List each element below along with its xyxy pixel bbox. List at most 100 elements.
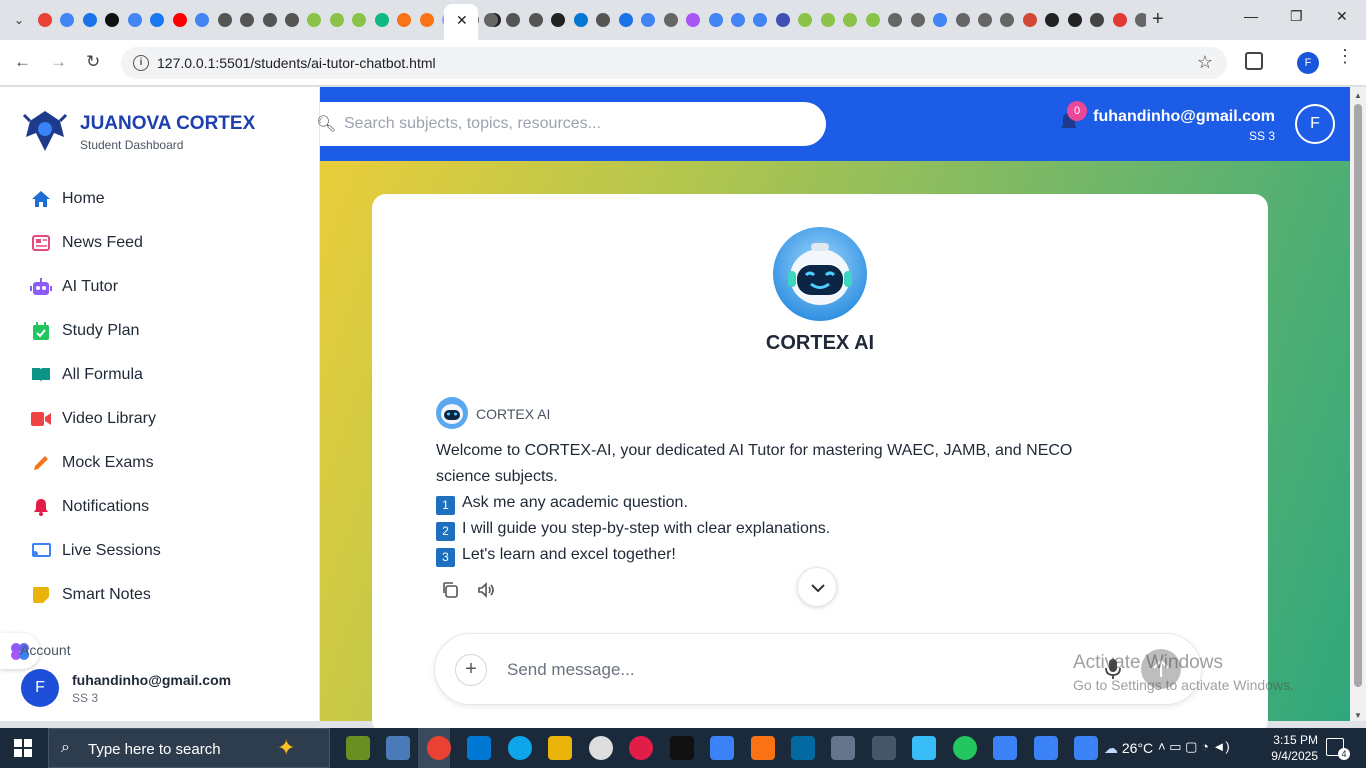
chatgpt-app-icon[interactable] bbox=[588, 736, 613, 760]
system-tray[interactable]: ˄ ▭ ▢ ◔ ◄) bbox=[1158, 739, 1230, 755]
sidebar-item-mock-exams[interactable]: Mock Exams bbox=[30, 448, 154, 478]
tab-favicon-icon[interactable] bbox=[820, 13, 835, 27]
address-bar[interactable]: i 127.0.0.1:5501/students/ai-tutor-chatb… bbox=[121, 47, 1227, 79]
bookmark-star-icon[interactable]: ☆ bbox=[1197, 52, 1213, 73]
tab-search-chevron-icon[interactable]: ⌄ bbox=[8, 9, 30, 31]
new-tab-button[interactable]: + bbox=[1152, 9, 1164, 29]
close-window-icon[interactable]: ✕ bbox=[1336, 8, 1348, 25]
sidebar-item-study-plan[interactable]: Study Plan bbox=[30, 316, 139, 346]
copy-icon[interactable] bbox=[440, 580, 460, 600]
tab-favicon-icon[interactable] bbox=[977, 13, 992, 27]
close-tab-icon[interactable]: ✕ bbox=[456, 12, 468, 29]
tab-favicon-icon[interactable] bbox=[38, 13, 52, 27]
tab-favicon-icon[interactable] bbox=[1090, 13, 1105, 27]
browser-profile-avatar[interactable]: F bbox=[1297, 52, 1319, 74]
tab-favicon-icon[interactable] bbox=[262, 13, 277, 27]
account-avatar[interactable]: F bbox=[21, 669, 59, 707]
tab-favicon-icon[interactable] bbox=[641, 13, 656, 27]
tab-favicon-icon[interactable] bbox=[1135, 13, 1146, 27]
sidebar-item-video-library[interactable]: Video Library bbox=[30, 404, 156, 434]
active-tab[interactable]: ✕ bbox=[444, 4, 478, 40]
tab-favicon-icon[interactable] bbox=[775, 13, 790, 27]
tab-favicon-icon[interactable] bbox=[419, 13, 434, 27]
tab-favicon-icon[interactable] bbox=[195, 13, 210, 27]
tab-favicon-icon[interactable] bbox=[374, 13, 389, 27]
tab-favicon-icon[interactable] bbox=[127, 13, 142, 27]
scroll-up-arrow-icon[interactable]: ▲ bbox=[1354, 91, 1362, 100]
url-text[interactable]: 127.0.0.1:5501/students/ai-tutor-chatbot… bbox=[157, 55, 436, 71]
tab-favicon-icon[interactable] bbox=[528, 13, 543, 27]
opera-app-icon[interactable] bbox=[629, 736, 654, 760]
tab-favicon-icon[interactable] bbox=[240, 13, 255, 27]
header-user-avatar[interactable]: F bbox=[1295, 104, 1335, 144]
reload-icon[interactable]: ↻ bbox=[86, 52, 100, 72]
tab-favicon-icon[interactable] bbox=[307, 13, 322, 27]
minecraft-app-icon[interactable] bbox=[346, 736, 370, 760]
sidebar-item-notifications[interactable]: Notifications bbox=[30, 492, 149, 522]
edge-app-icon[interactable] bbox=[507, 736, 532, 760]
extensions-icon[interactable] bbox=[1245, 52, 1263, 70]
file-explorer-icon[interactable] bbox=[548, 736, 573, 760]
tab-favicon-icon[interactable] bbox=[573, 13, 588, 27]
tab-favicon-icon[interactable] bbox=[708, 13, 723, 27]
tab-favicon-icon[interactable] bbox=[753, 13, 768, 27]
tab-favicon-icon[interactable] bbox=[329, 13, 344, 27]
tab-favicon-icon[interactable] bbox=[798, 13, 813, 27]
tab-favicon-icon[interactable] bbox=[1045, 13, 1060, 27]
back-icon[interactable]: ← bbox=[14, 52, 31, 72]
page-scrollbar[interactable]: ▲ ▼ bbox=[1350, 87, 1366, 721]
tab-favicon-icon[interactable] bbox=[105, 13, 120, 27]
app-icon[interactable] bbox=[386, 736, 411, 760]
app-icon[interactable] bbox=[871, 736, 896, 760]
tab-favicon-icon[interactable] bbox=[865, 13, 880, 27]
tab-favicon-icon[interactable] bbox=[843, 13, 858, 27]
tab-favicon-icon[interactable] bbox=[596, 13, 611, 27]
sidebar-item-news-feed[interactable]: News Feed bbox=[30, 228, 143, 258]
tab-favicon-icon[interactable] bbox=[551, 13, 566, 27]
sidebar-item-live-sessions[interactable]: Live Sessions bbox=[30, 536, 161, 566]
tab-favicon-icon[interactable] bbox=[352, 13, 367, 27]
tab-favicon-icon[interactable] bbox=[1000, 13, 1015, 27]
tab-favicon-icon[interactable] bbox=[933, 13, 948, 27]
tab-favicon-icon[interactable] bbox=[1112, 13, 1127, 27]
forward-icon[interactable]: → bbox=[50, 52, 67, 72]
tab-favicon-icon[interactable] bbox=[484, 13, 498, 27]
speaker-icon[interactable] bbox=[476, 580, 496, 600]
taskbar-clock[interactable]: 3:15 PM 9/4/2025 bbox=[1258, 732, 1318, 764]
tab-favicon-icon[interactable] bbox=[618, 13, 633, 27]
windows-start-icon[interactable] bbox=[14, 739, 32, 757]
browser-menu-icon[interactable]: ⋮ bbox=[1336, 47, 1354, 68]
arduino-app-icon[interactable] bbox=[790, 736, 815, 760]
tab-favicon-icon[interactable] bbox=[172, 13, 187, 27]
app-icon[interactable] bbox=[912, 736, 937, 760]
sidebar-item-all-formula[interactable]: All Formula bbox=[30, 360, 143, 390]
search-input[interactable] bbox=[344, 112, 804, 136]
terminal-app-icon[interactable] bbox=[669, 736, 694, 760]
message-input[interactable] bbox=[507, 656, 1067, 684]
vscode-app-icon[interactable] bbox=[467, 736, 492, 760]
sidebar-item-ai-tutor[interactable]: AI Tutor bbox=[30, 272, 118, 302]
app-icon[interactable] bbox=[831, 736, 856, 760]
tab-favicon-icon[interactable] bbox=[910, 13, 925, 27]
chrome-app-icon[interactable] bbox=[426, 736, 451, 760]
scroll-down-arrow-icon[interactable]: ▼ bbox=[1354, 711, 1362, 720]
app-icon[interactable] bbox=[1074, 736, 1099, 760]
attach-plus-button[interactable]: + bbox=[455, 654, 487, 686]
whatsapp-app-icon[interactable] bbox=[952, 736, 977, 760]
tab-favicon-icon[interactable] bbox=[284, 13, 299, 27]
restore-icon[interactable]: ❐ bbox=[1290, 8, 1303, 25]
tab-favicon-icon[interactable] bbox=[82, 13, 97, 27]
tab-favicon-icon[interactable] bbox=[663, 13, 678, 27]
minimize-icon[interactable]: — bbox=[1244, 8, 1258, 24]
vlc-app-icon[interactable] bbox=[750, 736, 775, 760]
site-info-icon[interactable]: i bbox=[133, 55, 149, 71]
app-icon[interactable] bbox=[1033, 736, 1058, 760]
sidebar-item-home[interactable]: Home bbox=[30, 184, 105, 214]
tab-favicon-icon[interactable] bbox=[955, 13, 970, 27]
store-app-icon[interactable] bbox=[710, 736, 735, 760]
tab-favicon-icon[interactable] bbox=[60, 13, 75, 27]
sidebar-item-smart-notes[interactable]: Smart Notes bbox=[30, 580, 151, 610]
tab-favicon-icon[interactable] bbox=[1022, 13, 1037, 27]
tab-favicon-icon[interactable] bbox=[506, 13, 521, 27]
taskbar-search-box[interactable]: ⌕ Type here to search ✦ bbox=[48, 728, 330, 768]
